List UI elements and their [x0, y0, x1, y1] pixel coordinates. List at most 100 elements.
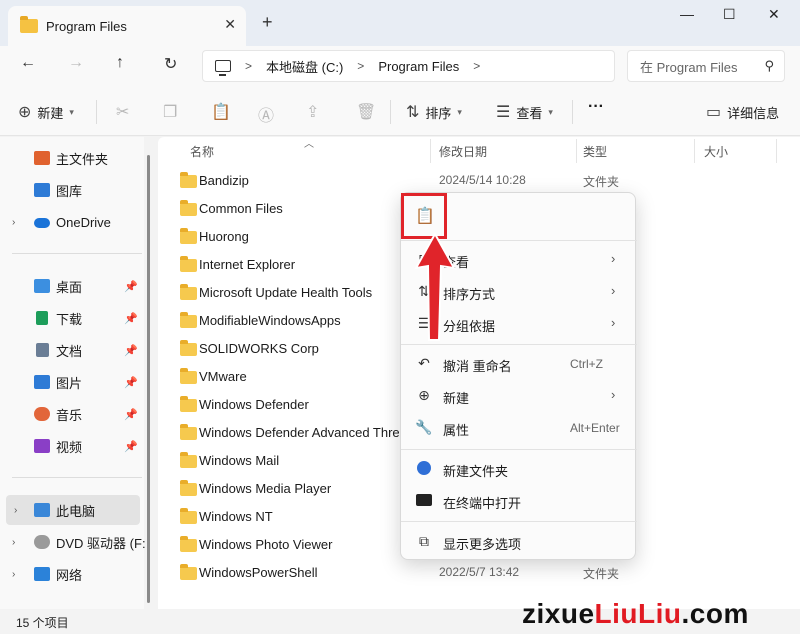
sidebar-label: 文档: [56, 343, 83, 359]
column-separator[interactable]: [430, 139, 431, 163]
sidebar-item-documents[interactable]: 文档 📌: [0, 337, 144, 363]
cut-icon[interactable]: ✂: [116, 102, 129, 122]
breadcrumb-drive-c[interactable]: 本地磁盘 (C:): [266, 57, 343, 76]
search-icon[interactable]: ⚲: [764, 58, 774, 74]
chevron-right-icon[interactable]: ›: [12, 569, 15, 580]
breadcrumb-separator[interactable]: >: [357, 59, 364, 73]
delete-icon[interactable]: 🗑: [356, 102, 376, 122]
chevron-down-icon: ▾: [548, 106, 553, 117]
new-button[interactable]: ⊕ 新建 ▾: [18, 102, 74, 122]
sidebar-item-pictures[interactable]: 图片 📌: [0, 369, 144, 395]
table-row[interactable]: WindowsPowerShell 2022/5/7 13:42 文件夹: [158, 559, 800, 587]
folder-icon: [180, 256, 197, 272]
pin-icon[interactable]: 📌: [124, 440, 138, 453]
column-separator[interactable]: [694, 139, 695, 163]
column-header-date[interactable]: 修改日期: [439, 143, 487, 160]
new-tab-button[interactable]: +: [262, 12, 273, 33]
sidebar-divider: [12, 253, 142, 254]
chevron-right-icon[interactable]: ›: [14, 505, 17, 516]
details-pane-icon: ▭: [706, 104, 722, 121]
address-bar[interactable]: > 本地磁盘 (C:) > Program Files >: [202, 50, 615, 82]
paste-icon[interactable]: 📋: [211, 102, 231, 122]
sidebar-item-music[interactable]: 音乐 📌: [0, 401, 144, 427]
pc-icon: [34, 503, 50, 517]
minimize-button[interactable]: —: [680, 6, 694, 22]
breadcrumb-separator[interactable]: >: [245, 59, 252, 73]
sidebar-item-desktop[interactable]: 桌面 📌: [0, 273, 144, 299]
sidebar-item-dvd[interactable]: › DVD 驱动器 (F:: [0, 529, 146, 555]
menu-item-new-folder[interactable]: 新建文件夹: [401, 454, 637, 484]
sidebar-label: 此电脑: [56, 503, 96, 519]
sidebar-scrollbar[interactable]: [147, 155, 150, 603]
video-icon: [34, 439, 50, 453]
back-button[interactable]: ←: [20, 54, 36, 72]
maximize-button[interactable]: ☐: [723, 6, 736, 23]
sidebar-label: OneDrive: [56, 214, 111, 230]
tab-close-icon[interactable]: ✕: [224, 16, 236, 33]
tab-program-files[interactable]: Program Files ✕: [8, 6, 246, 46]
up-button[interactable]: ↑: [116, 54, 124, 72]
breadcrumb-program-files[interactable]: Program Files: [378, 59, 459, 74]
view-button[interactable]: ☰ 查看 ▾: [496, 102, 553, 122]
menu-shortcut: Alt+Enter: [570, 421, 620, 435]
menu-item-more-options[interactable]: ⧉ 显示更多选项: [401, 527, 637, 557]
chevron-down-icon: ▾: [69, 106, 74, 117]
details-pane-button[interactable]: ▭ 详细信息: [706, 102, 779, 122]
sidebar-item-downloads[interactable]: 下载 📌: [0, 305, 144, 331]
column-header-type[interactable]: 类型: [583, 143, 607, 160]
pin-icon[interactable]: 📌: [124, 280, 138, 293]
column-header-size[interactable]: 大小: [704, 143, 728, 160]
refresh-button[interactable]: ↻: [164, 54, 177, 74]
close-window-button[interactable]: ✕: [768, 6, 780, 23]
folder-icon: [180, 368, 197, 384]
plus-circle-icon: ⊕: [418, 387, 430, 403]
breadcrumb-separator[interactable]: >: [473, 59, 480, 73]
column-separator[interactable]: [776, 139, 777, 163]
menu-item-open-terminal[interactable]: 在终端中打开: [401, 486, 637, 516]
sidebar-item-home[interactable]: 主文件夹: [0, 145, 144, 171]
sort-button[interactable]: ⇅ 排序 ▾: [406, 102, 462, 122]
more-options-button[interactable]: ···: [588, 98, 604, 116]
sidebar-label: 主文件夹: [56, 151, 109, 167]
sidebar-item-gallery[interactable]: 图库: [0, 177, 144, 203]
search-input[interactable]: 在 Program Files ⚲: [627, 50, 785, 82]
sidebar-label: 图库: [56, 183, 83, 199]
sidebar-label: 音乐: [56, 407, 83, 423]
menu-item-new[interactable]: ⊕ 新建 ›: [401, 381, 637, 411]
navigation-bar: ← → ↑ ↻ > 本地磁盘 (C:) > Program Files > 在 …: [0, 46, 800, 86]
pin-icon[interactable]: 📌: [124, 344, 138, 357]
download-icon: [36, 311, 48, 325]
computer-icon[interactable]: [215, 60, 231, 76]
share-icon[interactable]: ⇪: [306, 102, 319, 122]
sidebar-item-this-pc[interactable]: › 此电脑: [6, 495, 140, 525]
file-name: SOLIDWORKS Corp: [199, 341, 319, 356]
network-icon: [34, 567, 50, 581]
chevron-right-icon[interactable]: ›: [12, 217, 15, 228]
watermark-text: .com: [681, 598, 749, 629]
chevron-right-icon: ›: [611, 315, 616, 330]
menu-item-undo[interactable]: ↶ 撤消 重命名 Ctrl+Z: [401, 349, 637, 379]
column-header-name[interactable]: 名称: [190, 143, 214, 160]
copy-icon[interactable]: ❐: [163, 102, 177, 122]
folder-icon: [180, 480, 197, 496]
sidebar-item-onedrive[interactable]: › OneDrive: [0, 209, 144, 235]
file-name: Windows Photo Viewer: [199, 537, 333, 552]
item-count: 15 个项目: [16, 616, 69, 630]
rename-icon[interactable]: Ⓐ: [258, 102, 274, 126]
pin-icon[interactable]: 📌: [124, 408, 138, 421]
home-icon: [34, 151, 50, 165]
toolbar-divider: [572, 100, 573, 124]
sidebar-item-videos[interactable]: 视频 📌: [0, 433, 144, 459]
menu-item-properties[interactable]: 🔧 属性 Alt+Enter: [401, 413, 637, 443]
sidebar-item-network[interactable]: › 网络: [0, 561, 144, 587]
file-name: Windows Defender Advanced Threat Protect…: [199, 425, 399, 440]
watermark-logo: zixueLiuLiu.com: [522, 598, 749, 630]
chevron-right-icon[interactable]: ›: [12, 537, 15, 548]
column-separator[interactable]: [576, 139, 577, 163]
file-name: Windows Media Player: [199, 481, 332, 496]
view-label: 查看: [516, 105, 543, 121]
table-row[interactable]: Bandizip 2024/5/14 10:28 文件夹: [158, 167, 800, 195]
pin-icon[interactable]: 📌: [124, 376, 138, 389]
forward-button[interactable]: →: [68, 54, 84, 72]
pin-icon[interactable]: 📌: [124, 312, 138, 325]
